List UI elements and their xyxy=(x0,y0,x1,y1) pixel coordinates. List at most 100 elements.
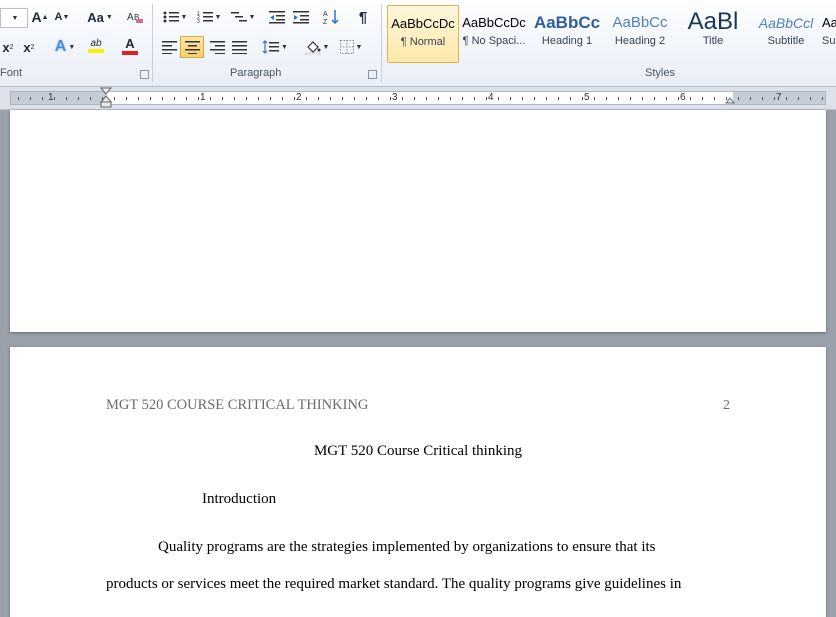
ruler-tick xyxy=(738,97,739,100)
decrease-indent-button[interactable] xyxy=(266,6,288,28)
paragraph-dialog-launcher[interactable] xyxy=(368,70,377,79)
multilevel-list-button[interactable]: ▼ xyxy=(228,6,258,28)
decrease-indent-icon xyxy=(269,11,285,24)
ruler-tick xyxy=(294,97,295,100)
ruler-tick xyxy=(66,97,67,100)
ruler-number: 6 xyxy=(680,92,686,103)
ruler-bar: 1 1 2 3 4 5 6 7 xyxy=(10,91,826,105)
bullets-button[interactable]: ▼ xyxy=(160,6,190,28)
ruler-tick xyxy=(426,97,427,100)
ruler-tick xyxy=(486,97,487,100)
ruler-tick xyxy=(150,97,151,100)
superscript-button[interactable]: x2 xyxy=(20,36,38,58)
style-normal[interactable]: AaBbCcDc ¶ Normal xyxy=(387,5,459,63)
ruler-tick xyxy=(438,97,439,100)
style-preview: AaBbCcDc xyxy=(462,15,526,30)
increase-indent-button[interactable] xyxy=(290,6,312,28)
style-heading-1[interactable]: AaBbCc Heading 1 xyxy=(532,5,602,61)
style-no-spacing[interactable]: AaBbCcDc ¶ No Spaci... xyxy=(459,5,529,61)
page-2[interactable]: MGT 520 COURSE CRITICAL THINKING 2 MGT 5… xyxy=(10,347,826,617)
page-1[interactable] xyxy=(10,110,826,332)
introduction-heading: Introduction xyxy=(202,491,277,507)
paint-bucket-icon xyxy=(305,40,321,55)
align-right-button[interactable] xyxy=(206,36,228,58)
borders-icon xyxy=(339,40,354,54)
styles-group-label: Styles xyxy=(645,67,675,79)
style-name: ¶ Normal xyxy=(400,36,446,48)
ruler-tick xyxy=(366,97,367,100)
ruler-number: 4 xyxy=(488,92,494,103)
ruler-tick xyxy=(558,97,559,100)
ruler-number: 3 xyxy=(392,92,398,103)
ruler-number: 2 xyxy=(296,92,302,103)
shrink-font-button[interactable]: A ▼ xyxy=(52,6,72,28)
ruler-tick xyxy=(78,97,79,100)
ruler-tick xyxy=(582,97,583,100)
ruler-tick xyxy=(630,97,631,100)
align-right-icon xyxy=(209,40,225,54)
horizontal-ruler[interactable]: 1 1 2 3 4 5 6 7 xyxy=(0,87,836,110)
ruler-tick xyxy=(270,97,271,100)
show-formatting-button[interactable]: ¶ xyxy=(352,6,374,28)
line-spacing-button[interactable]: ▼ xyxy=(260,36,290,58)
ruler-tick xyxy=(618,97,619,100)
change-case-button[interactable]: Aa ▼ xyxy=(84,6,116,28)
paragraph-line: products or services meet the required m… xyxy=(106,576,682,592)
style-name: Heading 2 xyxy=(614,35,666,47)
ruler-tick xyxy=(222,97,223,100)
ruler-tick xyxy=(234,97,235,100)
svg-text:A: A xyxy=(127,12,134,23)
text-effects-button[interactable]: A ▼ xyxy=(52,36,78,58)
shading-button[interactable]: ▼ xyxy=(302,36,332,58)
highlight-color-bar xyxy=(88,48,104,53)
borders-button[interactable]: ▼ xyxy=(336,36,366,58)
ruler-tick xyxy=(138,97,139,100)
ruler-tick xyxy=(666,97,667,100)
ruler-tick xyxy=(678,97,679,100)
ruler-tick xyxy=(54,97,55,100)
font-color-button[interactable]: A xyxy=(116,34,144,56)
ruler-tick xyxy=(654,97,655,100)
sort-icon: AZ xyxy=(323,10,339,25)
subscript-button[interactable]: x2 xyxy=(0,36,16,58)
grow-font-button[interactable]: A ▲ xyxy=(30,6,50,28)
ruler-tick xyxy=(474,97,475,100)
paragraph-line: Quality programs are the strategies impl… xyxy=(158,539,656,555)
ruler-tick xyxy=(570,97,571,100)
ruler-tick xyxy=(594,97,595,100)
first-line-indent-marker[interactable] xyxy=(100,87,112,109)
clear-formatting-button[interactable]: AB xyxy=(124,6,146,28)
ruler-tick xyxy=(378,97,379,100)
ruler-tick xyxy=(282,97,283,100)
style-subtle[interactable]: Aa Su xyxy=(822,5,836,61)
ruler-tick xyxy=(534,97,535,100)
ruler-tick xyxy=(210,97,211,100)
align-left-button[interactable] xyxy=(158,36,180,58)
ruler-tick xyxy=(714,97,715,100)
ruler-tick xyxy=(642,97,643,100)
ruler-tick xyxy=(90,97,91,100)
font-size-dropdown[interactable]: ▼ xyxy=(0,8,28,28)
justify-button[interactable] xyxy=(228,36,250,58)
document-title: MGT 520 Course Critical thinking xyxy=(313,443,523,459)
ruler-tick xyxy=(462,97,463,100)
ruler-tick xyxy=(786,97,787,100)
ruler-tick xyxy=(498,97,499,100)
ruler-tick xyxy=(174,97,175,100)
ruler-tick xyxy=(810,97,811,100)
font-dialog-launcher[interactable] xyxy=(140,70,149,79)
align-center-button[interactable] xyxy=(180,36,204,58)
numbering-button[interactable]: 1 2 3 ▼ xyxy=(194,6,224,28)
style-heading-2[interactable]: AaBbCc Heading 2 xyxy=(605,5,675,61)
style-subtitle[interactable]: AaBbCcl Subtitle xyxy=(751,5,821,61)
style-name: Title xyxy=(702,35,724,47)
right-indent-marker[interactable] xyxy=(725,95,735,105)
style-preview: AaBl xyxy=(687,8,739,35)
highlight-button[interactable]: ab xyxy=(82,34,110,56)
style-title[interactable]: AaBl Title xyxy=(678,5,748,61)
numbering-icon: 123 xyxy=(197,11,213,24)
running-header-title: MGT 520 COURSE CRITICAL THINKING xyxy=(106,397,369,413)
sort-button[interactable]: AZ xyxy=(320,6,342,28)
ruler-tick xyxy=(318,97,319,100)
ruler-tick xyxy=(546,97,547,100)
